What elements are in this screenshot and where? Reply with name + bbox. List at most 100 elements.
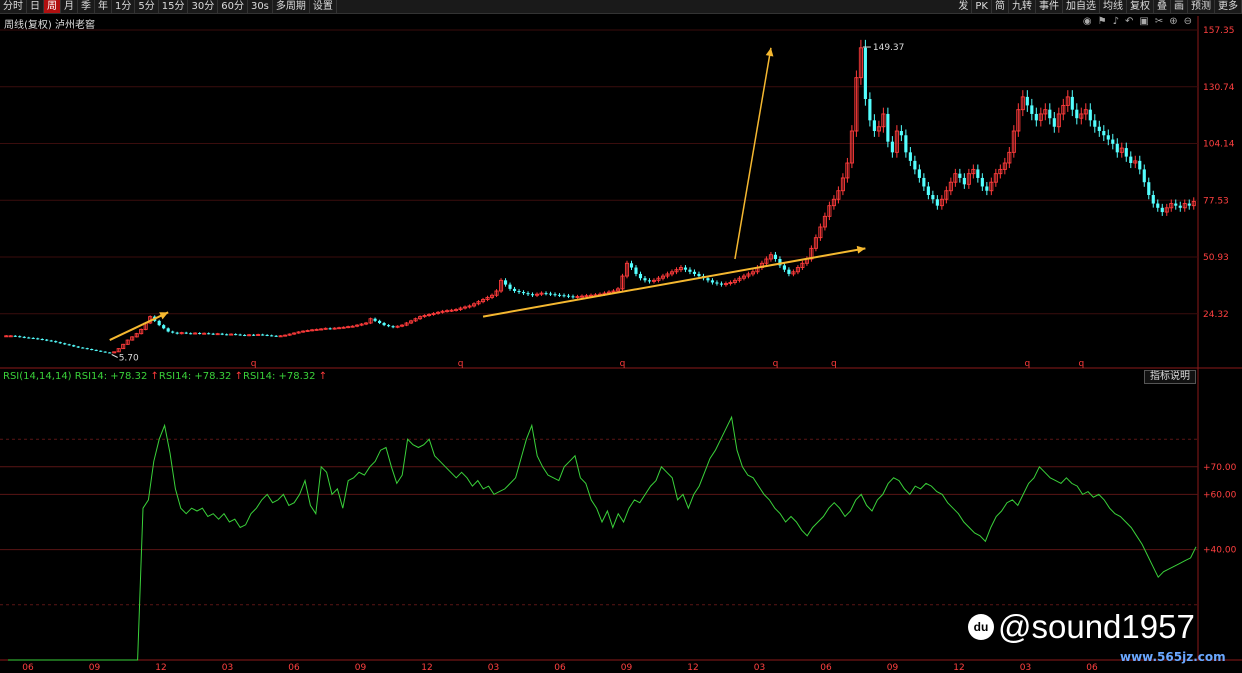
candle-body — [886, 113, 890, 142]
candle-body — [1187, 203, 1191, 206]
candle-body — [270, 335, 274, 337]
indicator-help-button[interactable]: 指标说明 — [1144, 370, 1196, 384]
candle-body — [571, 296, 575, 298]
candle-body — [27, 337, 31, 339]
candle-body — [1070, 96, 1074, 110]
x-tick-label: 12 — [953, 663, 964, 673]
event-q-marker: q — [251, 359, 257, 369]
candle-body — [1156, 203, 1160, 208]
rsi-label-3: RSI14: +78.32 — [243, 371, 316, 382]
x-tick-label: 09 — [621, 663, 633, 673]
event-q-marker: q — [1024, 359, 1030, 369]
candle-body — [508, 284, 512, 289]
candle-body — [935, 199, 939, 206]
candle-body — [162, 325, 166, 329]
x-tick-label: 06 — [554, 663, 566, 673]
candle-body — [526, 293, 530, 295]
rsi-tick-label: +60.00 — [1203, 490, 1237, 500]
chart-canvas: 157.35 130.74 104.14 77.53 50.93 24.32 149.37 5… — [0, 16, 1242, 673]
candle-body — [76, 346, 80, 348]
candle-body — [976, 169, 980, 178]
candle-body — [36, 338, 40, 340]
candle-body — [1160, 207, 1164, 213]
candle-body — [517, 291, 521, 293]
candle-body — [868, 99, 872, 121]
candle-body — [1151, 195, 1155, 204]
candle-body — [566, 295, 571, 297]
candle-body — [629, 263, 634, 268]
candle-body — [913, 160, 917, 170]
candle-body — [638, 273, 643, 279]
trend-arrow-2 — [482, 247, 866, 318]
candle-body — [81, 347, 85, 349]
price-tick-label: 50.93 — [1203, 253, 1229, 263]
candle-body — [562, 295, 566, 297]
candle-body — [872, 120, 876, 132]
candle-body — [274, 335, 278, 337]
x-tick-label: 09 — [887, 663, 899, 673]
candle-body — [697, 273, 701, 277]
up-arrow-icon: ↑ — [234, 371, 243, 382]
candle-body — [1111, 139, 1115, 144]
x-tick-label: 06 — [288, 663, 300, 673]
x-tick-label: 03 — [222, 663, 233, 673]
candle-body — [49, 340, 53, 342]
candle-body — [1124, 148, 1128, 157]
candle-body — [234, 334, 238, 336]
candle-body — [1106, 135, 1110, 140]
low-price-label: 5.70 — [119, 354, 139, 364]
event-q-marker: q — [620, 359, 626, 369]
candle-body — [85, 348, 89, 350]
event-q-marker: q — [831, 359, 837, 369]
candle-body — [985, 186, 989, 191]
candle-body — [782, 265, 786, 270]
candle-body — [225, 334, 229, 336]
candle-body — [1147, 182, 1151, 196]
candle-body — [94, 349, 98, 351]
rsi-tick-label: +40.00 — [1203, 546, 1237, 556]
price-tick-label: 24.32 — [1203, 310, 1229, 320]
candle-body — [72, 345, 76, 347]
watermark: du @sound1957 — [968, 608, 1195, 646]
candle-body — [184, 332, 188, 334]
rsi-label-1: RSI14: +78.32 — [74, 371, 148, 382]
candle-body — [1174, 203, 1178, 206]
x-tick-label: 12 — [687, 663, 698, 673]
trend-arrow-1 — [109, 311, 169, 341]
candle-body — [238, 334, 242, 336]
candle-body — [922, 177, 926, 187]
low-marker-line — [111, 354, 118, 358]
candle-body — [328, 328, 332, 330]
candle-body — [220, 333, 224, 335]
x-tick-label: 03 — [754, 663, 765, 673]
candle-body — [688, 269, 692, 272]
candle-body — [931, 195, 935, 200]
candle-body — [962, 177, 966, 185]
candle-body — [373, 318, 377, 321]
candle-body — [1030, 105, 1034, 114]
candle-body — [45, 339, 49, 341]
candle-body — [634, 267, 638, 274]
rsi-label-2: RSI14: +78.32 — [158, 371, 232, 382]
candle-body — [1129, 156, 1133, 164]
candle-body — [108, 352, 112, 354]
x-tick-label: 12 — [421, 663, 432, 673]
event-q-marker: q — [458, 359, 464, 369]
candle-body — [1142, 169, 1146, 183]
candle-body — [980, 177, 984, 187]
trend-arrow-3 — [734, 47, 772, 260]
candle-body — [261, 334, 265, 336]
candle-body — [207, 333, 211, 335]
candle-body — [54, 341, 58, 343]
x-tick-label: 03 — [488, 663, 499, 673]
candle-body — [715, 282, 719, 284]
candle-body — [171, 331, 175, 333]
site-watermark: www.565jz.com — [1120, 650, 1226, 664]
x-tick-label: 06 — [820, 663, 832, 673]
rsi-tick-label: +70.00 — [1203, 463, 1237, 473]
x-tick-label: 12 — [155, 663, 166, 673]
high-price-label: 149.37 — [873, 43, 905, 53]
candle-body — [175, 332, 179, 334]
candle-body — [706, 278, 710, 281]
event-q-marker: q — [1078, 359, 1084, 369]
